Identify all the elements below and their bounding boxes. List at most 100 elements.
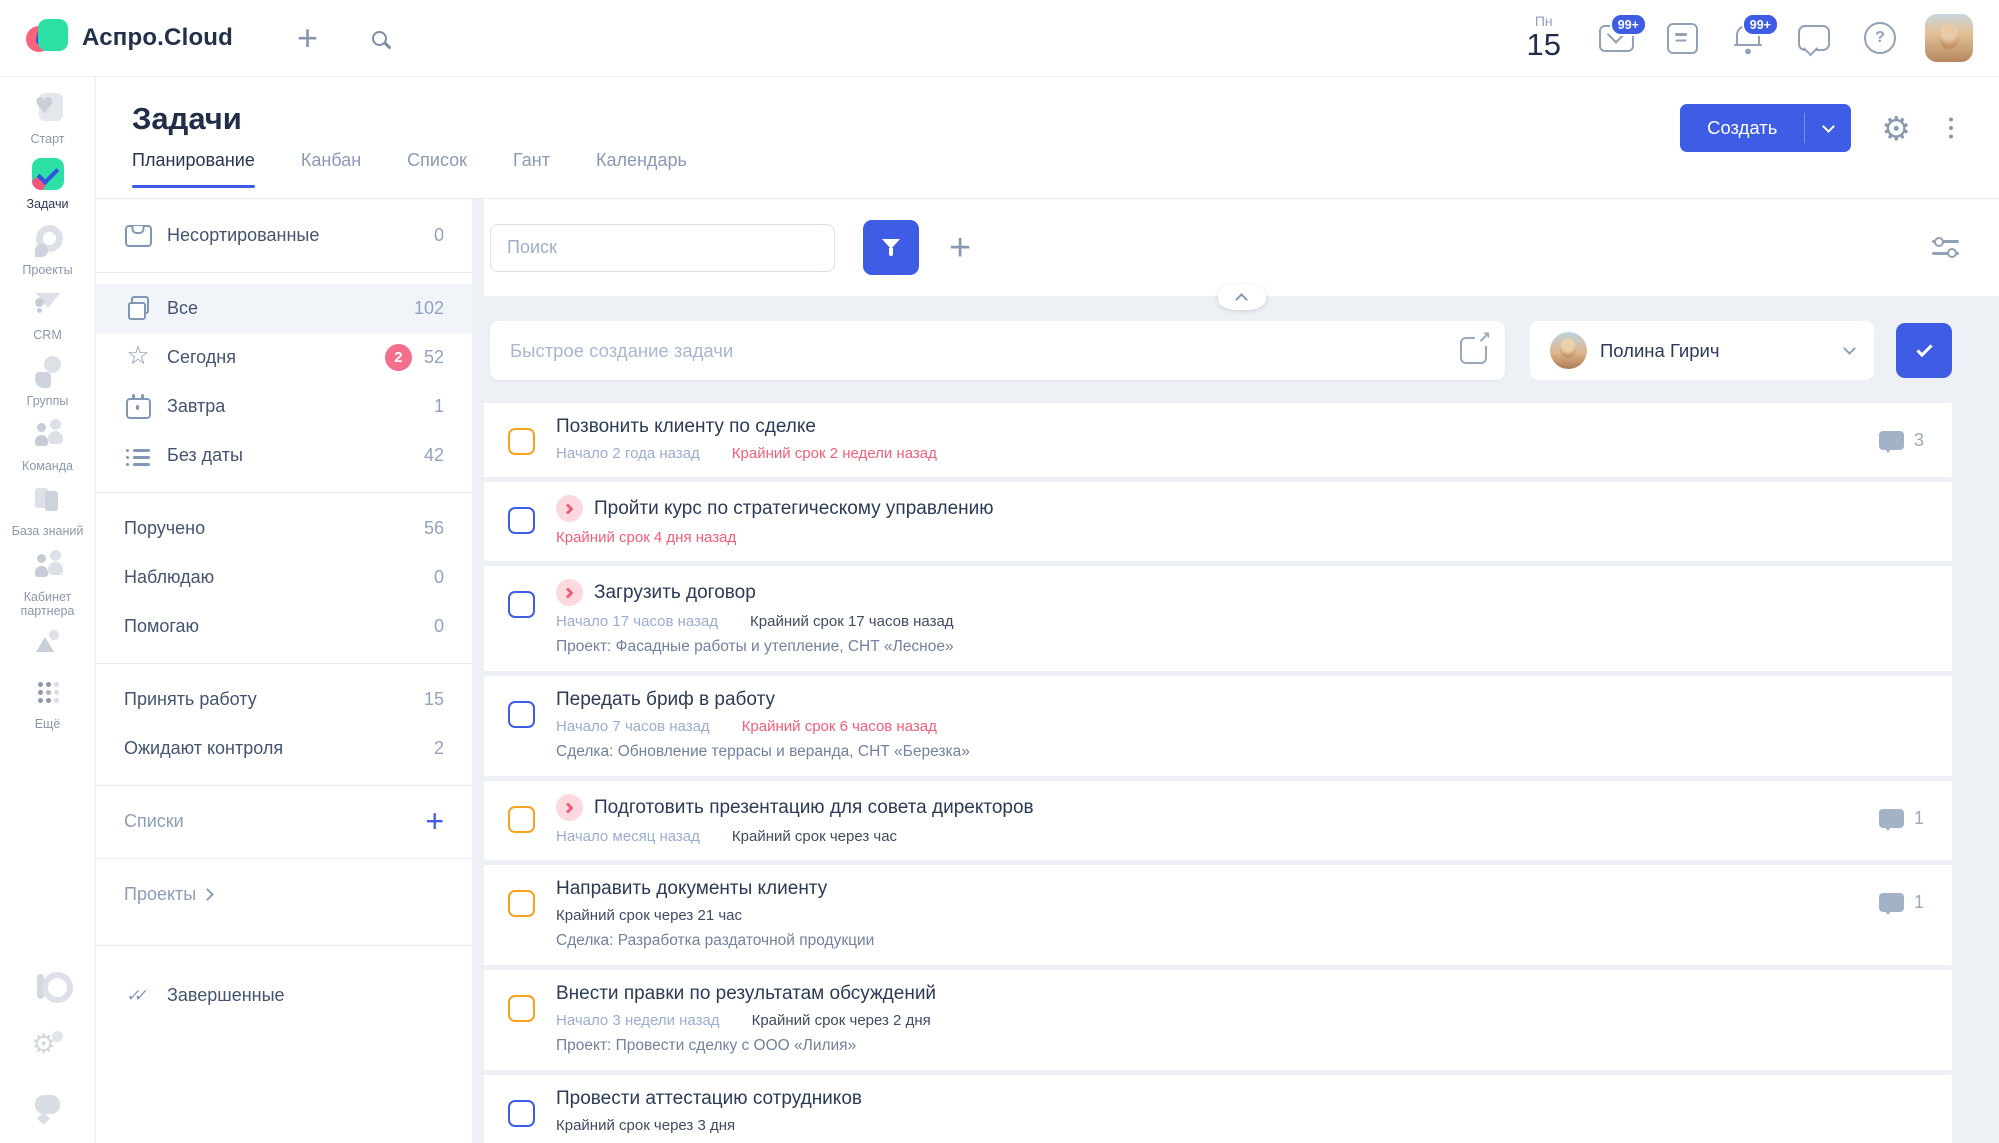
tab[interactable]: Планирование bbox=[132, 150, 255, 187]
task-row[interactable]: Подготовить презентацию для совета дирек… bbox=[484, 781, 1952, 860]
filter-row[interactable]: Завтра 1 bbox=[96, 382, 472, 431]
task-row[interactable]: Направить документы клиенту Крайний срок… bbox=[484, 865, 1952, 965]
notes-icon[interactable] bbox=[1661, 17, 1703, 59]
comments-indicator[interactable]: 1 bbox=[1879, 892, 1924, 913]
task-start-date: Начало 17 часов назад bbox=[556, 613, 718, 630]
rail-bottom-item[interactable] bbox=[2, 1091, 94, 1127]
help-icon[interactable] bbox=[1859, 17, 1901, 59]
filter-row[interactable]: Помогаю 0 bbox=[96, 602, 472, 651]
task-checkbox[interactable] bbox=[508, 995, 535, 1022]
task-checkbox[interactable] bbox=[508, 1100, 535, 1127]
task-title[interactable]: Загрузить договор bbox=[594, 582, 756, 604]
tab[interactable]: Список bbox=[407, 150, 467, 187]
filter-row[interactable]: Проекты bbox=[96, 870, 472, 919]
add-view-icon[interactable] bbox=[949, 229, 971, 267]
user-avatar[interactable] bbox=[1925, 14, 1973, 62]
confirm-create-button[interactable] bbox=[1896, 323, 1952, 378]
task-title[interactable]: Внести правки по результатам обсуждений bbox=[556, 983, 936, 1005]
rail-item[interactable]: Кабинет партнера bbox=[2, 551, 94, 619]
quick-create-input[interactable] bbox=[508, 339, 1460, 363]
comments-indicator[interactable]: 3 bbox=[1879, 430, 1924, 451]
task-checkbox[interactable] bbox=[508, 890, 535, 917]
create-button[interactable]: Создать bbox=[1680, 104, 1851, 152]
task-checkbox[interactable] bbox=[508, 428, 535, 455]
rail-bottom-item[interactable] bbox=[2, 1031, 94, 1067]
rail-item[interactable]: Проекты bbox=[2, 224, 94, 277]
task-title[interactable]: Направить документы клиенту bbox=[556, 878, 827, 900]
rail-item-label: Ещё bbox=[35, 717, 61, 731]
filter-row[interactable]: Несортированные 0 bbox=[96, 211, 472, 260]
filter-row[interactable]: Списки bbox=[96, 797, 472, 846]
task-row[interactable]: Внести правки по результатам обсуждений … bbox=[484, 970, 1952, 1070]
task-row[interactable]: Пройти курс по стратегическому управлени… bbox=[484, 482, 1952, 561]
gearb-icon bbox=[28, 1031, 68, 1067]
rail-bottom-item[interactable] bbox=[2, 971, 94, 1007]
search-input[interactable] bbox=[490, 224, 835, 272]
task-checkbox[interactable] bbox=[508, 507, 535, 534]
tab[interactable]: Календарь bbox=[596, 150, 687, 187]
rail-item[interactable]: Задачи bbox=[2, 158, 94, 211]
kb-icon bbox=[28, 485, 68, 521]
filter-row[interactable]: Ожидают контроля 2 bbox=[96, 724, 472, 773]
mail-icon[interactable]: 99+ bbox=[1595, 17, 1637, 59]
global-add-icon[interactable] bbox=[297, 20, 318, 56]
task-checkbox[interactable] bbox=[508, 591, 535, 618]
rail-item[interactable] bbox=[2, 630, 94, 666]
task-row[interactable]: Позвонить клиенту по сделке Начало 2 год… bbox=[484, 403, 1952, 477]
tab[interactable]: Гант bbox=[513, 150, 550, 187]
task-body: Загрузить договор Начало 17 часов назад … bbox=[556, 579, 1924, 656]
rail-item[interactable]: Команда bbox=[2, 420, 94, 473]
task-meta: Начало месяц назад Крайний срок через ча… bbox=[556, 828, 1855, 845]
task-deadline: Крайний срок 6 часов назад bbox=[742, 718, 937, 735]
task-area: Полина Гирич bbox=[484, 199, 1999, 1143]
chevron-down-icon[interactable] bbox=[1805, 104, 1851, 152]
task-checkbox[interactable] bbox=[508, 701, 535, 728]
bell-icon[interactable]: 99+ bbox=[1727, 17, 1769, 59]
settings-gear-icon[interactable] bbox=[1881, 109, 1911, 148]
comment-count: 1 bbox=[1914, 808, 1924, 829]
chevron-up-icon bbox=[1235, 293, 1248, 306]
rail-item[interactable]: Группы bbox=[2, 355, 94, 408]
filter-row[interactable]: Принять работу 15 bbox=[96, 675, 472, 724]
filter-row[interactable]: Завершенные bbox=[96, 971, 472, 1020]
filter-button[interactable] bbox=[863, 220, 919, 275]
tasks-icon bbox=[28, 158, 68, 194]
task-title[interactable]: Провести аттестацию сотрудников bbox=[556, 1088, 862, 1110]
task-row[interactable]: Загрузить договор Начало 17 часов назад … bbox=[484, 566, 1952, 671]
rail-item[interactable]: База знаний bbox=[2, 485, 94, 538]
page-header: Задачи Планирование Канбан Список Гант К… bbox=[96, 77, 1999, 199]
rail-item-label: Задачи bbox=[27, 197, 69, 211]
rail-item-label: CRM bbox=[33, 328, 61, 342]
task-title[interactable]: Подготовить презентацию для совета дирек… bbox=[594, 797, 1034, 819]
task-row[interactable]: Провести аттестацию сотрудников Крайний … bbox=[484, 1075, 1952, 1143]
open-full-form-icon[interactable] bbox=[1460, 337, 1487, 364]
task-row[interactable]: Передать бриф в работу Начало 7 часов на… bbox=[484, 676, 1952, 776]
filter-row[interactable]: Поручено 56 bbox=[96, 504, 472, 553]
comments-indicator[interactable]: 1 bbox=[1879, 808, 1924, 829]
app-logo[interactable]: Аспро.Cloud bbox=[26, 17, 233, 59]
collapse-panel-button[interactable] bbox=[1218, 284, 1266, 310]
task-title[interactable]: Передать бриф в работу bbox=[556, 689, 775, 711]
assignee-select[interactable]: Полина Гирич bbox=[1530, 321, 1874, 380]
task-project-link: Сделка: Обновление террасы и веранда, СН… bbox=[556, 743, 1924, 761]
rail-item[interactable]: CRM bbox=[2, 289, 94, 342]
filter-row[interactable]: Наблюдаю 0 bbox=[96, 553, 472, 602]
filter-count: 15 bbox=[424, 689, 444, 710]
view-settings-icon[interactable] bbox=[1932, 234, 1959, 260]
calendar-date-widget[interactable]: Пн 15 bbox=[1527, 14, 1561, 61]
task-title[interactable]: Позвонить клиенту по сделке bbox=[556, 416, 816, 438]
more-menu-icon[interactable] bbox=[1941, 111, 1961, 145]
chat-icon[interactable] bbox=[1793, 17, 1835, 59]
tab[interactable]: Канбан bbox=[301, 150, 361, 187]
task-title[interactable]: Пройти курс по стратегическому управлени… bbox=[594, 498, 994, 520]
rail-item[interactable]: Ещё bbox=[2, 678, 94, 731]
add-list-icon[interactable] bbox=[422, 809, 444, 835]
filter-row[interactable]: Все 102 bbox=[96, 284, 472, 333]
filter-row[interactable]: Сегодня 2 52 bbox=[96, 333, 472, 382]
search-icon[interactable] bbox=[372, 31, 387, 46]
rail-item[interactable]: Старт bbox=[2, 93, 94, 146]
filter-label: Ожидают контроля bbox=[124, 738, 283, 759]
filter-row[interactable]: Без даты 42 bbox=[96, 431, 472, 480]
task-checkbox[interactable] bbox=[508, 806, 535, 833]
task-meta: Крайний срок 4 дня назад bbox=[556, 529, 1924, 546]
